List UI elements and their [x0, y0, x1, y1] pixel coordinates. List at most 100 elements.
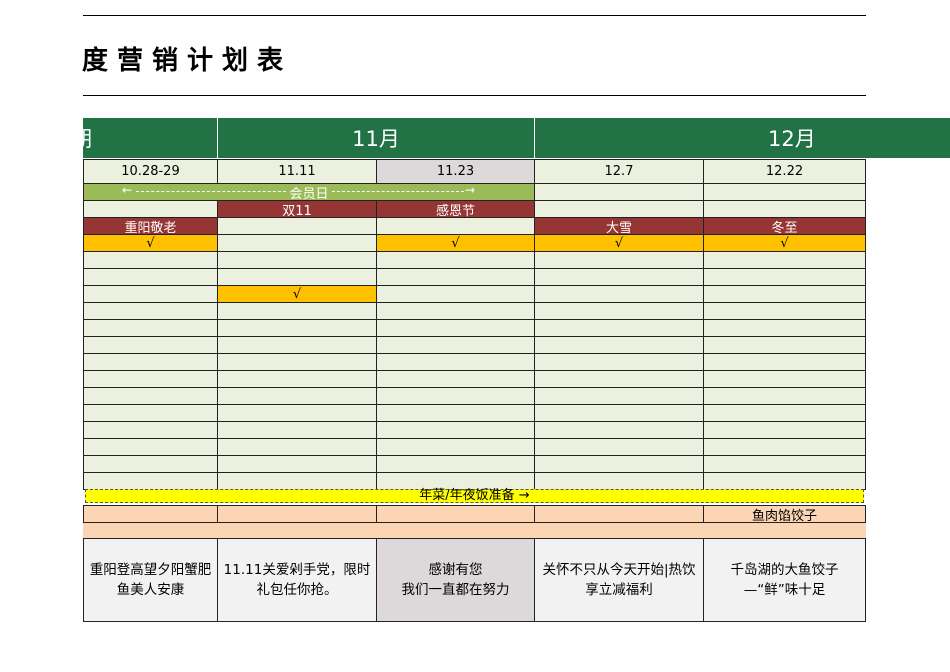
- empty-cell[interactable]: [535, 387, 704, 405]
- peach-cell[interactable]: [535, 505, 704, 523]
- empty-cell[interactable]: [377, 268, 535, 286]
- member-day-cell[interactable]: [535, 183, 704, 201]
- empty-cell[interactable]: [704, 438, 866, 456]
- empty-cell[interactable]: [83, 455, 218, 473]
- empty-cell[interactable]: [704, 387, 866, 405]
- empty-cell[interactable]: [83, 268, 218, 286]
- empty-cell[interactable]: [83, 472, 218, 490]
- empty-cell[interactable]: [83, 370, 218, 388]
- empty-cell[interactable]: [218, 302, 377, 320]
- empty-cell[interactable]: [83, 353, 218, 371]
- empty-cell[interactable]: [83, 302, 218, 320]
- date-cell[interactable]: 11.11: [218, 159, 377, 184]
- empty-cell[interactable]: [218, 455, 377, 473]
- empty-cell[interactable]: [83, 438, 218, 456]
- empty-cell[interactable]: [535, 472, 704, 490]
- empty-cell[interactable]: [704, 404, 866, 422]
- empty-cell[interactable]: [535, 251, 704, 269]
- peach-cell[interactable]: [218, 505, 377, 523]
- empty-cell[interactable]: [535, 268, 704, 286]
- empty-cell[interactable]: [218, 421, 377, 439]
- check-cell[interactable]: [704, 285, 866, 303]
- check-cell[interactable]: [377, 285, 535, 303]
- festival-cell[interactable]: [218, 217, 377, 235]
- empty-cell[interactable]: [218, 438, 377, 456]
- empty-cell[interactable]: [83, 387, 218, 405]
- empty-cell[interactable]: [218, 404, 377, 422]
- check-cell[interactable]: [218, 234, 377, 252]
- date-cell[interactable]: 10.28-29: [83, 159, 218, 184]
- empty-cell[interactable]: [535, 455, 704, 473]
- empty-cell[interactable]: [83, 421, 218, 439]
- festival-cell[interactable]: 感恩节: [377, 200, 535, 218]
- peach-cell[interactable]: [83, 505, 218, 523]
- empty-cell[interactable]: [377, 455, 535, 473]
- member-day-cell[interactable]: [704, 183, 866, 201]
- empty-cell[interactable]: [218, 268, 377, 286]
- empty-cell[interactable]: [83, 319, 218, 337]
- empty-cell[interactable]: [83, 336, 218, 354]
- date-cell[interactable]: 12.22: [704, 159, 866, 184]
- check-cell[interactable]: √: [83, 234, 218, 252]
- festival-cell[interactable]: 大雪: [535, 217, 704, 235]
- empty-cell[interactable]: [535, 353, 704, 371]
- empty-cell[interactable]: [218, 319, 377, 337]
- peach-cell[interactable]: 鱼肉馅饺子: [704, 505, 866, 523]
- peach-cell[interactable]: [377, 505, 535, 523]
- empty-cell[interactable]: [535, 421, 704, 439]
- empty-cell[interactable]: [535, 336, 704, 354]
- check-cell[interactable]: √: [535, 234, 704, 252]
- festival-cell[interactable]: [83, 200, 218, 218]
- empty-cell[interactable]: [377, 421, 535, 439]
- check-cell[interactable]: [535, 285, 704, 303]
- festival-cell[interactable]: [704, 200, 866, 218]
- empty-cell[interactable]: [704, 302, 866, 320]
- empty-cell[interactable]: [218, 251, 377, 269]
- festival-cell[interactable]: 双11: [218, 200, 377, 218]
- empty-cell[interactable]: [704, 353, 866, 371]
- empty-cell[interactable]: [377, 387, 535, 405]
- empty-cell[interactable]: [704, 472, 866, 490]
- empty-cell[interactable]: [377, 353, 535, 371]
- empty-cell[interactable]: [218, 336, 377, 354]
- empty-cell[interactable]: [535, 438, 704, 456]
- empty-cell[interactable]: [535, 370, 704, 388]
- date-cell[interactable]: 12.7: [535, 159, 704, 184]
- empty-cell[interactable]: [377, 302, 535, 320]
- summary-cell[interactable]: 千岛湖的大鱼饺子—“鲜”味十足: [704, 538, 866, 622]
- date-cell[interactable]: 11.23: [377, 159, 535, 184]
- empty-cell[interactable]: [535, 404, 704, 422]
- empty-cell[interactable]: [377, 336, 535, 354]
- check-cell[interactable]: √: [377, 234, 535, 252]
- empty-cell[interactable]: [535, 302, 704, 320]
- empty-cell[interactable]: [377, 370, 535, 388]
- empty-cell[interactable]: [704, 421, 866, 439]
- empty-cell[interactable]: [704, 455, 866, 473]
- festival-cell[interactable]: 冬至: [704, 217, 866, 235]
- empty-cell[interactable]: [218, 387, 377, 405]
- empty-cell[interactable]: [704, 268, 866, 286]
- new-year-banner[interactable]: 年菜/年夜饭准备 →: [85, 489, 864, 503]
- festival-cell[interactable]: [535, 200, 704, 218]
- check-cell[interactable]: [83, 285, 218, 303]
- check-cell[interactable]: √: [704, 234, 866, 252]
- festival-cell[interactable]: [377, 217, 535, 235]
- festival-cell[interactable]: 重阳敬老: [83, 217, 218, 235]
- empty-cell[interactable]: [704, 336, 866, 354]
- empty-cell[interactable]: [704, 319, 866, 337]
- summary-cell[interactable]: 感谢有您 我们一直都在努力: [377, 538, 535, 622]
- check-cell[interactable]: √: [218, 285, 377, 303]
- empty-cell[interactable]: [535, 319, 704, 337]
- empty-cell[interactable]: [83, 251, 218, 269]
- empty-cell[interactable]: [377, 251, 535, 269]
- empty-cell[interactable]: [218, 370, 377, 388]
- summary-cell[interactable]: 重阳登高望夕阳蟹肥鱼美人安康: [83, 538, 218, 622]
- empty-cell[interactable]: [83, 404, 218, 422]
- empty-cell[interactable]: [377, 404, 535, 422]
- summary-cell[interactable]: 11.11关爱剁手党，限时礼包任你抢。: [218, 538, 377, 622]
- empty-cell[interactable]: [218, 472, 377, 490]
- summary-cell[interactable]: 关怀不只从今天开始|热饮享立减福利: [535, 538, 704, 622]
- empty-cell[interactable]: [704, 370, 866, 388]
- empty-cell[interactable]: [377, 319, 535, 337]
- empty-cell[interactable]: [218, 353, 377, 371]
